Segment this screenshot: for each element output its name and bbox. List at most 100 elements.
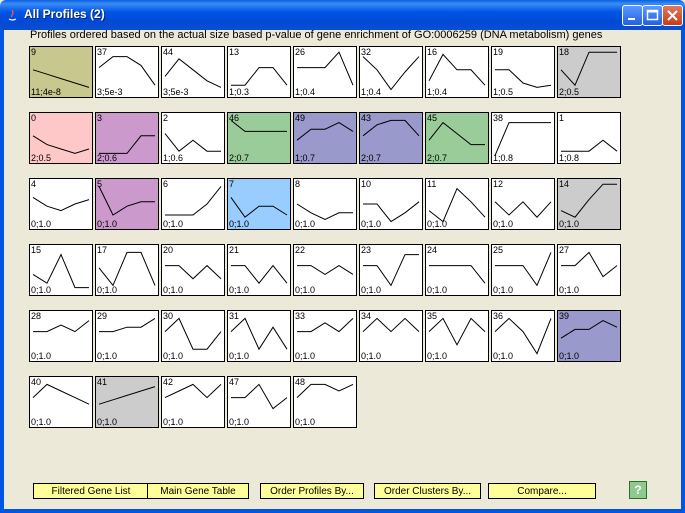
profile-trend-line bbox=[297, 318, 354, 333]
profile-stat: 0;1.0 bbox=[31, 219, 52, 229]
profile-id: 36 bbox=[493, 311, 504, 321]
profile-box[interactable]: 14 0;1.0 bbox=[557, 178, 621, 230]
profile-trend-line bbox=[230, 197, 288, 218]
profile-box[interactable]: 25 0;1.0 bbox=[491, 244, 555, 296]
profile-box[interactable]: 21 0;1.0 bbox=[227, 244, 291, 296]
profile-trend-line bbox=[32, 135, 90, 154]
profile-box[interactable]: 31 0;1.0 bbox=[227, 310, 291, 362]
profile-box[interactable]: 23 0;1.0 bbox=[359, 244, 423, 296]
filtered-gene-list-button[interactable]: Filtered Gene List bbox=[33, 483, 149, 499]
profile-box[interactable]: 28 0;1.0 bbox=[29, 310, 93, 362]
profile-box[interactable]: 0 2;0.5 bbox=[29, 112, 93, 164]
profile-trend-line bbox=[33, 320, 90, 333]
profile-box[interactable]: 24 0;1.0 bbox=[425, 244, 489, 296]
compare-button[interactable]: Compare... bbox=[488, 483, 596, 499]
profile-trend-line bbox=[494, 122, 551, 156]
profile-box[interactable]: 11 0;1.0 bbox=[425, 178, 489, 230]
profile-stat: 2;0.7 bbox=[427, 153, 448, 163]
profile-trend-line bbox=[494, 317, 552, 355]
profile-box[interactable]: 47 0;1.0 bbox=[227, 376, 291, 428]
profile-box[interactable]: 39 0;1.0 bbox=[557, 310, 621, 362]
profile-box[interactable]: 16 1;0.4 bbox=[425, 46, 489, 98]
profile-stat: 1;0.4 bbox=[361, 87, 382, 97]
profile-box[interactable]: 41 0;1.0 bbox=[95, 376, 159, 428]
main-gene-table-button[interactable]: Main Gene Table bbox=[147, 483, 249, 499]
profile-box[interactable]: 10 0;1.0 bbox=[359, 178, 423, 230]
profile-id: 31 bbox=[229, 311, 240, 321]
profile-box[interactable]: 29 0;1.0 bbox=[95, 310, 159, 362]
profile-box[interactable]: 3 2;0.6 bbox=[95, 112, 159, 164]
profile-box[interactable]: 40 0;1.0 bbox=[29, 376, 93, 428]
profile-box[interactable]: 18 2;0.5 bbox=[557, 46, 621, 98]
profile-box[interactable]: 32 1;0.4 bbox=[359, 46, 423, 98]
profile-box[interactable]: 12 0;1.0 bbox=[491, 178, 555, 230]
profile-stat: 1;0.6 bbox=[163, 153, 184, 163]
profile-box[interactable]: 2 1;0.6 bbox=[161, 112, 225, 164]
profile-trend-line bbox=[561, 251, 618, 278]
profile-box[interactable]: 34 0;1.0 bbox=[359, 310, 423, 362]
profile-box[interactable]: 43 2;0.7 bbox=[359, 112, 423, 164]
profile-trend-line bbox=[98, 386, 156, 405]
profile-trend-line bbox=[560, 51, 617, 87]
profile-box[interactable]: 15 0;1.0 bbox=[29, 244, 93, 296]
profile-id: 10 bbox=[361, 179, 372, 189]
profile-box[interactable]: 13 1;0.3 bbox=[227, 46, 291, 98]
profile-box[interactable]: 38 1;0.8 bbox=[491, 112, 555, 164]
profile-box[interactable]: 44 3;5e-3 bbox=[161, 46, 225, 98]
profile-box[interactable]: 20 0;1.0 bbox=[161, 244, 225, 296]
profile-box[interactable]: 26 1;0.4 bbox=[293, 46, 357, 98]
profile-id: 4 bbox=[31, 179, 37, 189]
close-button[interactable] bbox=[662, 5, 683, 26]
profile-id: 1 bbox=[559, 113, 565, 123]
profile-id: 32 bbox=[361, 47, 372, 57]
profile-stat: 0;1.0 bbox=[31, 417, 52, 427]
profile-box[interactable]: 8 0;1.0 bbox=[293, 178, 357, 230]
profile-id: 20 bbox=[163, 245, 174, 255]
profile-stat: 11;4e-8 bbox=[31, 87, 61, 97]
help-icon: ? bbox=[634, 483, 642, 497]
profile-id: 47 bbox=[229, 377, 240, 387]
profile-stat: 0;1.0 bbox=[295, 351, 316, 361]
minimize-button[interactable] bbox=[622, 5, 643, 26]
profile-box[interactable]: 48 0;1.0 bbox=[293, 376, 357, 428]
profile-box[interactable]: 45 2;0.7 bbox=[425, 112, 489, 164]
profile-id: 0 bbox=[31, 113, 37, 123]
profile-box[interactable]: 5 0;1.0 bbox=[95, 178, 159, 230]
order-profiles-by-button[interactable]: Order Profiles By... bbox=[260, 483, 364, 499]
profile-trend-line bbox=[495, 69, 552, 88]
profile-id: 33 bbox=[295, 311, 306, 321]
profile-box[interactable]: 19 1;0.5 bbox=[491, 46, 555, 98]
profile-box[interactable]: 27 0;1.0 bbox=[557, 244, 621, 296]
profile-trend-line bbox=[231, 264, 288, 285]
profile-box[interactable]: 42 0;1.0 bbox=[161, 376, 225, 428]
profile-box[interactable]: 9 11;4e-8 bbox=[29, 46, 93, 98]
profile-trend-line bbox=[164, 133, 221, 152]
profile-box[interactable]: 37 3;5e-3 bbox=[95, 46, 159, 98]
help-button[interactable]: ? bbox=[629, 481, 647, 499]
profile-id: 13 bbox=[229, 47, 240, 57]
profile-box[interactable]: 49 1;0.7 bbox=[293, 112, 357, 164]
profile-trend-line bbox=[296, 122, 354, 141]
profile-box[interactable]: 1 1;0.8 bbox=[557, 112, 621, 164]
profile-box[interactable]: 6 0;1.0 bbox=[161, 178, 225, 230]
profile-box[interactable]: 17 0;1.0 bbox=[95, 244, 159, 296]
profile-box[interactable]: 7 0;1.0 bbox=[227, 178, 291, 230]
profile-box[interactable]: 36 0;1.0 bbox=[491, 310, 555, 362]
profile-stat: 0;1.0 bbox=[229, 285, 250, 295]
profile-box[interactable]: 33 0;1.0 bbox=[293, 310, 357, 362]
order-clusters-by-button[interactable]: Order Clusters By... bbox=[374, 483, 481, 499]
profile-id: 21 bbox=[229, 245, 240, 255]
profile-box[interactable]: 4 0;1.0 bbox=[29, 178, 93, 230]
profile-id: 17 bbox=[97, 245, 108, 255]
profile-box[interactable]: 22 0;1.0 bbox=[293, 244, 357, 296]
profile-id: 30 bbox=[163, 311, 174, 321]
profile-stat: 1;0.8 bbox=[559, 153, 580, 163]
profile-box[interactable]: 30 0;1.0 bbox=[161, 310, 225, 362]
profile-box[interactable]: 46 2;0.7 bbox=[227, 112, 291, 164]
profile-trend-line bbox=[297, 265, 354, 275]
profile-trend-line bbox=[428, 53, 486, 86]
profile-id: 28 bbox=[31, 311, 42, 321]
maximize-button[interactable] bbox=[642, 5, 663, 26]
profile-box[interactable]: 35 0;1.0 bbox=[425, 310, 489, 362]
profile-trend-line bbox=[428, 121, 485, 146]
